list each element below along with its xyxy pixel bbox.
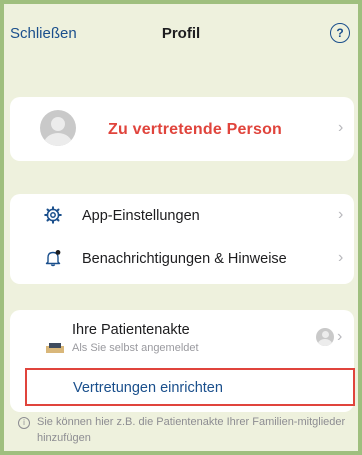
settings-item-notifications-label: Benachrichtigungen & Hinweise <box>82 251 287 267</box>
help-icon[interactable]: ? <box>330 23 350 43</box>
chevron-right-icon: › <box>338 119 344 136</box>
document-tray-icon <box>46 343 64 353</box>
chevron-right-icon: › <box>337 328 343 345</box>
settings-card: App-Einstellungen › Benachrichtigungen &… <box>10 194 354 284</box>
bell-icon <box>45 250 61 267</box>
info-text: Sie können hier z.B. die Patientenakte I… <box>37 416 346 444</box>
info-icon: i <box>18 417 30 429</box>
gear-icon <box>44 206 62 224</box>
chevron-right-icon: › <box>338 206 344 223</box>
patient-record-title: Ihre Patientenakte <box>72 322 190 338</box>
represented-person-label: Zu vertretende Person <box>108 121 283 138</box>
navigation-bar: Schließen Profil ? <box>4 4 358 64</box>
profile-screen: Schließen Profil ? Zu vertretende Person… <box>0 0 362 455</box>
avatar-placeholder-icon <box>40 110 76 146</box>
avatar-icon <box>316 328 334 346</box>
page-title: Profil <box>161 25 201 42</box>
patient-record-subtitle: Als Sie selbst angemeldet <box>72 342 199 354</box>
represented-person-card[interactable]: Zu vertretende Person › <box>10 97 354 161</box>
setup-deputies-label: Vertretungen einrichten <box>73 380 223 396</box>
settings-item-app-label: App-Einstellungen <box>82 208 200 224</box>
chevron-right-icon: › <box>338 249 344 266</box>
setup-deputies-button[interactable]: Vertretungen einrichten <box>25 368 355 406</box>
